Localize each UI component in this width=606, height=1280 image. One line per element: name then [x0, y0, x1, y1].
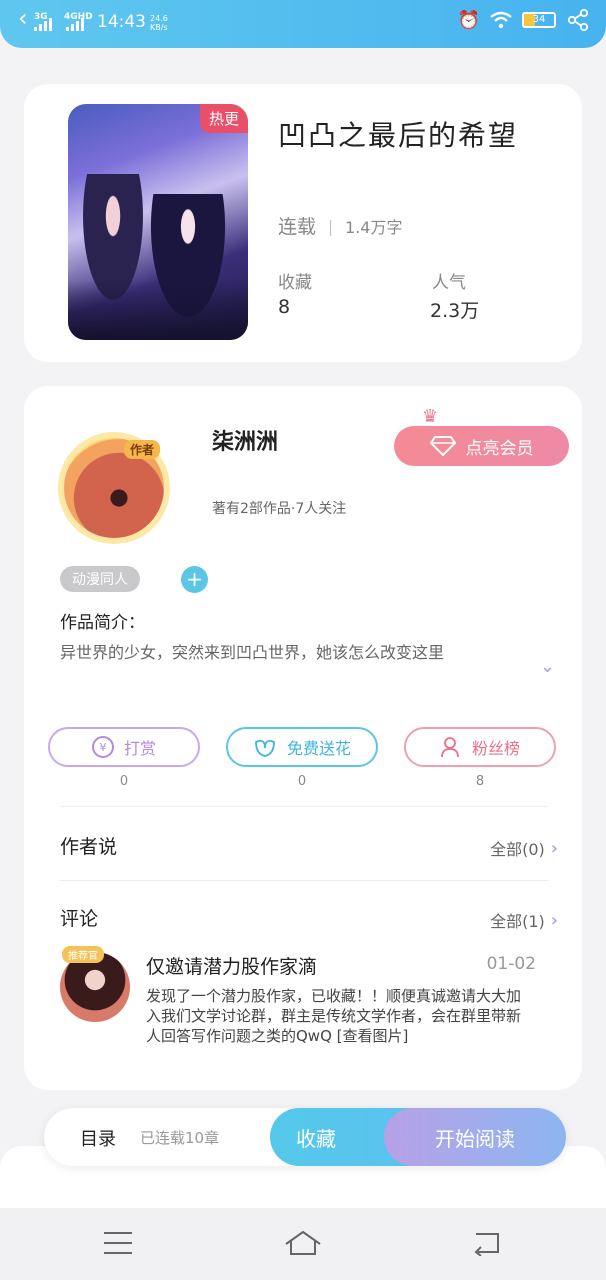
- back-icon[interactable]: ‹: [18, 4, 28, 32]
- status-bar: ‹ 3G 4GHD 14:43 24.6 KB/s ⏰ 34: [0, 0, 606, 48]
- alarm-icon: ⏰: [457, 9, 480, 31]
- serial-status: 连载: [278, 216, 317, 238]
- favorites-label: 收藏: [278, 273, 312, 293]
- flower-icon: [255, 739, 275, 757]
- author-badge: 作者: [124, 440, 161, 459]
- user-icon: [441, 737, 459, 758]
- fan-rank-button[interactable]: 粉丝榜: [404, 727, 556, 767]
- author-says-more[interactable]: 全部(0) ›: [490, 836, 558, 860]
- genre-tag[interactable]: 动漫同人: [60, 566, 140, 592]
- share-icon[interactable]: [566, 8, 590, 32]
- comments-more-label: 全部(1): [490, 912, 545, 931]
- comment-text[interactable]: 发现了一个潜力股作家，已收藏！！顺便真诚邀请大大加入我们文学讨论群，群主是传统文…: [146, 986, 532, 1046]
- crown-icon: ♛: [422, 406, 439, 427]
- system-nav-bar: [0, 1208, 606, 1280]
- popularity-label: 人气: [432, 273, 466, 293]
- clock: 14:43: [97, 12, 146, 32]
- send-flower-label: 免费送花: [286, 739, 351, 758]
- reward-button[interactable]: ¥ 打赏: [48, 727, 200, 767]
- comments-more[interactable]: 全部(1) ›: [490, 908, 558, 932]
- start-reading-button[interactable]: 开始阅读: [384, 1108, 566, 1166]
- wifi-icon: [490, 11, 512, 29]
- author-says-more-label: 全部(0): [490, 840, 545, 859]
- reward-label: 打赏: [123, 739, 156, 758]
- author-says-title: 作者说: [60, 836, 118, 858]
- chevron-right-icon: ›: [550, 909, 558, 931]
- author-meta: 著有2部作品·7人关注: [212, 501, 347, 517]
- chevron-right-icon: ›: [550, 837, 558, 859]
- diamond-icon: [429, 436, 456, 456]
- signal-icon-2: [66, 17, 88, 31]
- home-icon[interactable]: [284, 1230, 322, 1256]
- divider: [60, 880, 548, 881]
- toc-button[interactable]: 目录: [80, 1125, 116, 1151]
- intro-text: 异世界的少女，突然来到凹凸世界，她该怎么改变这里: [60, 643, 445, 662]
- menu-icon[interactable]: [104, 1232, 132, 1254]
- favorite-button-label: 收藏: [296, 1126, 336, 1151]
- vip-button-label: 点亮会员: [465, 438, 534, 459]
- book-title: 凹凸之最后的希望: [278, 119, 519, 152]
- commenter-badge: 推荐官: [62, 946, 104, 963]
- popularity-value: 2.3万: [430, 300, 480, 322]
- comments-title: 评论: [60, 908, 99, 930]
- favorites-value: 8: [278, 296, 291, 318]
- start-reading-label: 开始阅读: [435, 1126, 515, 1151]
- fan-rank-label: 粉丝榜: [471, 739, 520, 758]
- author-name[interactable]: 柒洲洲: [212, 424, 278, 456]
- book-info-card: 热更 凹凸之最后的希望 连载 1.4万字 收藏 8 人气 2.3万: [24, 84, 582, 362]
- back-nav-icon[interactable]: [472, 1230, 502, 1256]
- chapter-count: 已连载10章: [140, 1129, 220, 1147]
- reward-count: 0: [119, 774, 129, 789]
- add-tag-icon[interactable]: +: [181, 566, 208, 593]
- network-speed: 24.6 KB/s: [150, 14, 168, 32]
- flower-count: 0: [297, 774, 307, 789]
- fan-count: 8: [475, 774, 485, 789]
- expand-chevron-icon[interactable]: ⌄: [540, 656, 555, 677]
- signal-icon: [34, 17, 56, 31]
- battery-icon: 34: [522, 12, 556, 28]
- book-cover[interactable]: 热更: [68, 104, 248, 340]
- word-count: 1.4万字: [345, 218, 403, 237]
- hot-badge: 热更: [199, 104, 248, 133]
- comment-date: 01-02: [486, 954, 536, 974]
- vip-button[interactable]: 点亮会员: [394, 426, 569, 466]
- book-detail-card: 作者 柒洲洲 著有2部作品·7人关注 ♛ 点亮会员 动漫同人 + 作品简介： 异…: [24, 386, 582, 1090]
- commenter-name[interactable]: 仅邀请潜力股作家滴: [146, 952, 317, 979]
- send-flower-button[interactable]: 免费送花: [226, 727, 378, 767]
- yuan-icon: ¥: [91, 736, 114, 758]
- divider: [60, 806, 548, 807]
- bottom-action-bar: 目录 已连载10章 收藏 开始阅读: [44, 1108, 566, 1166]
- author-avatar[interactable]: 作者: [52, 428, 174, 540]
- book-status-row: 连载 1.4万字: [278, 212, 402, 239]
- intro-label: 作品简介：: [60, 613, 145, 633]
